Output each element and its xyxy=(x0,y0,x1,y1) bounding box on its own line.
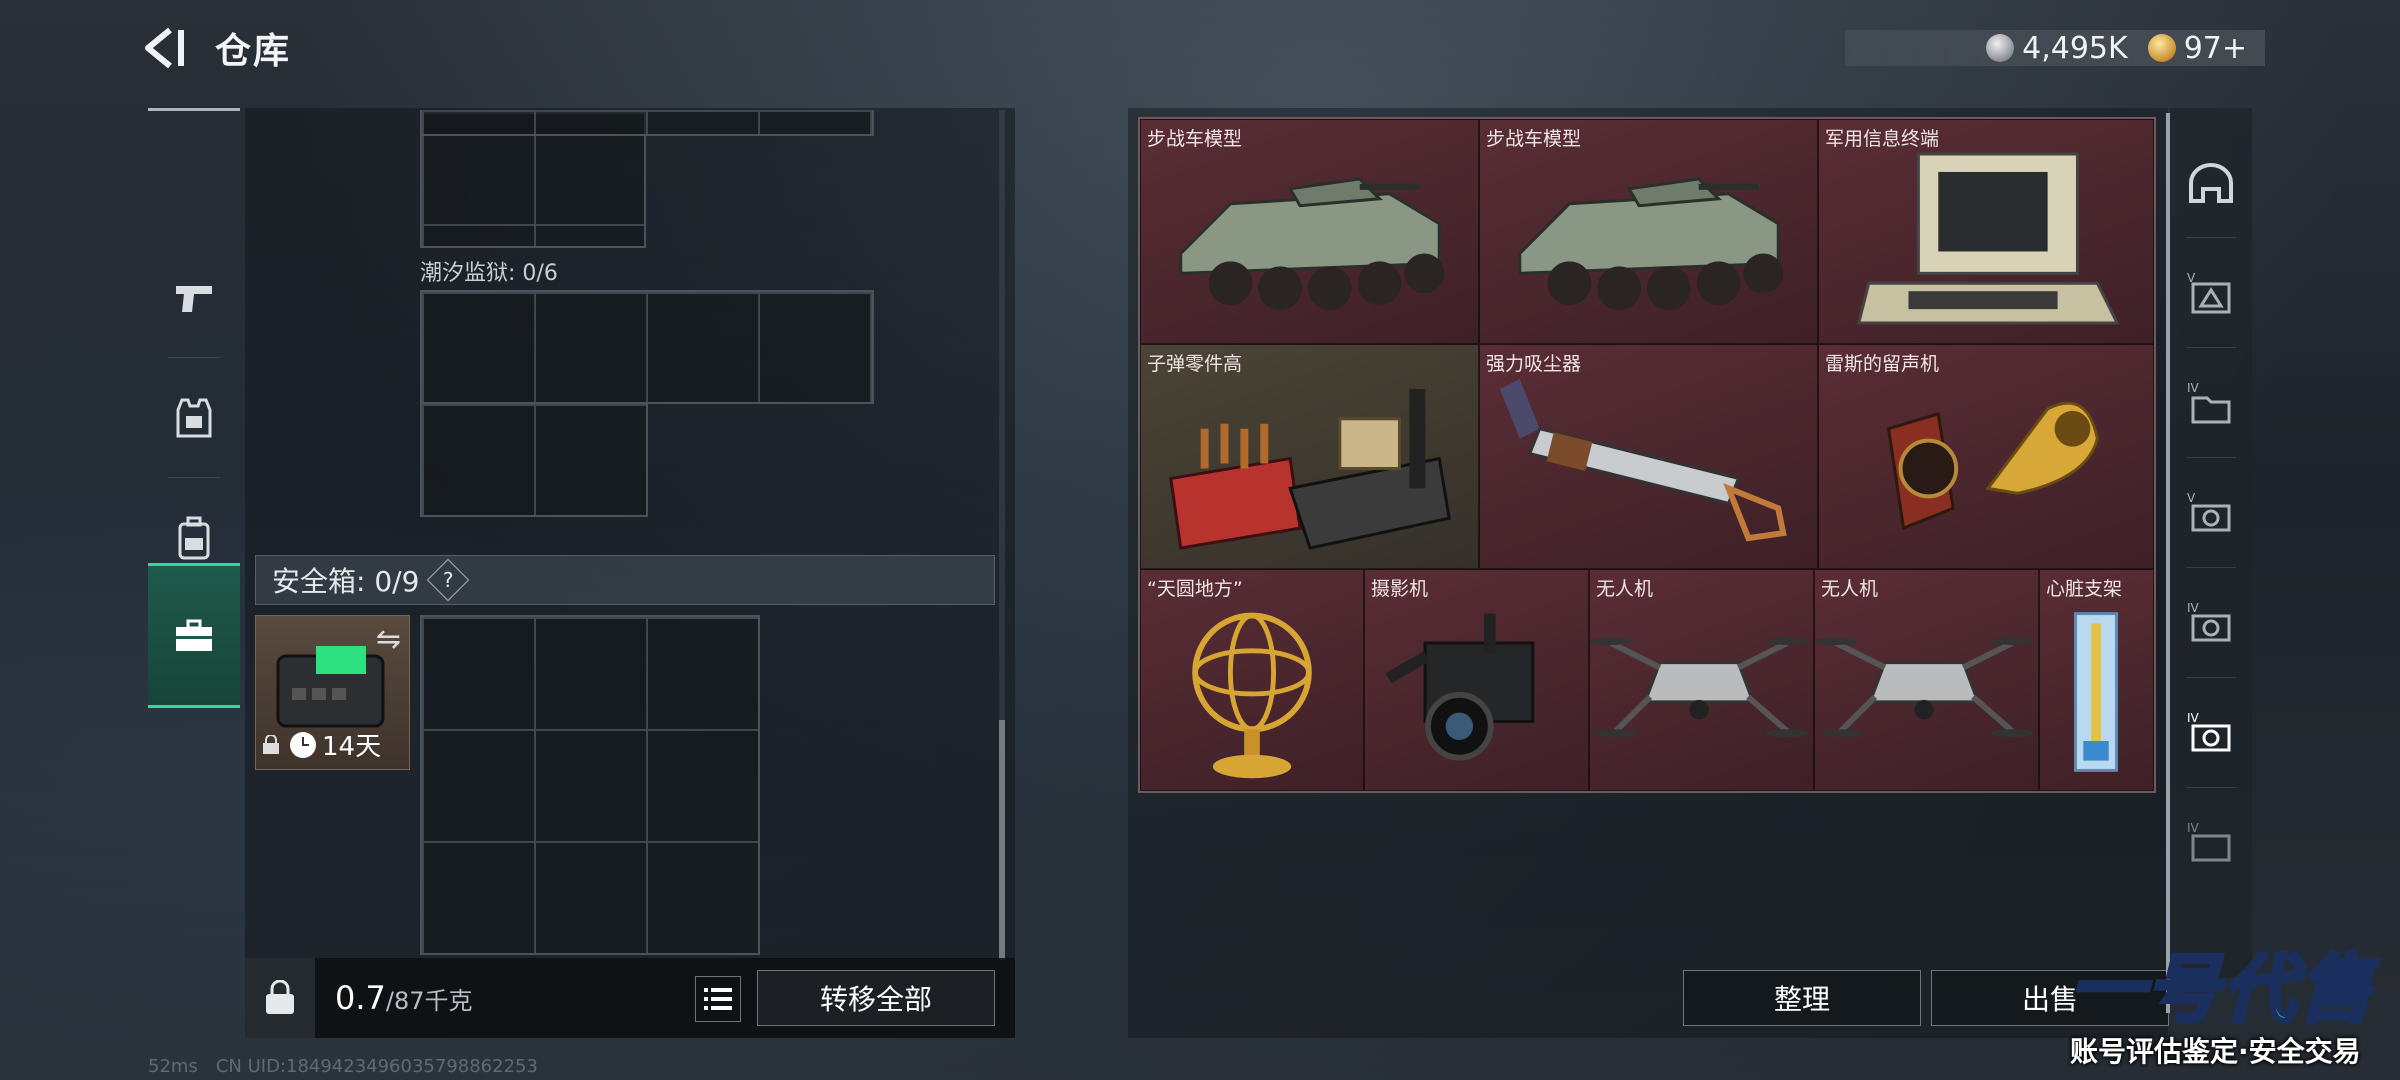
stent-icon xyxy=(2073,612,2119,772)
level-iv-camera-filter-icon: IV xyxy=(2187,601,2231,642)
ifv-model-icon xyxy=(1179,177,1445,311)
filter-level-iv-folder[interactable]: IV xyxy=(2170,348,2252,458)
silver-coin-icon xyxy=(1986,34,2015,62)
pistol-icon xyxy=(176,286,212,312)
filter-level-iv-bottom[interactable]: IV xyxy=(2170,788,2252,898)
safe-box-timer: 14天 xyxy=(262,726,381,763)
currency-bar: 4,495K 97+ xyxy=(1845,30,2265,66)
item-vacuum[interactable]: 强力吸尘器 xyxy=(1479,344,1818,569)
svg-text:IV: IV xyxy=(2187,601,2200,615)
stash-grid: 步战车模型 步战车模型 军用信息终端 子弹零件高 强力吸尘器 雷斯的留声机 “天… xyxy=(1138,117,2156,793)
lock-weight-icon xyxy=(266,980,294,1014)
tide-prison-grid-bottom[interactable] xyxy=(420,402,648,517)
tide-prison-grid-top[interactable] xyxy=(420,290,874,404)
weight-current: 0.7 xyxy=(335,979,386,1017)
filter-level-iv-camera[interactable]: IV xyxy=(2170,568,2252,678)
safe-box-item[interactable]: ⇋ 14天 xyxy=(255,615,410,770)
level-iv-folder-filter-icon: IV xyxy=(2187,381,2231,424)
svg-text:IV: IV xyxy=(2187,821,2200,835)
armor-vest-icon xyxy=(176,398,212,438)
briefcase-icon xyxy=(176,619,212,651)
category-weapons[interactable] xyxy=(148,238,240,358)
watermark-subtitle: 账号评估鉴定·安全交易 xyxy=(2070,1035,2361,1068)
category-rail xyxy=(148,108,240,713)
item-armillary-sphere[interactable]: “天圆地方” xyxy=(1140,569,1364,791)
inventory-footer: 0.7/87千克 转移全部 xyxy=(245,958,1015,1038)
drone-icon xyxy=(1815,637,2034,738)
swap-icon[interactable]: ⇋ xyxy=(376,622,401,657)
item-ifv-model-1[interactable]: 步战车模型 xyxy=(1140,119,1479,344)
svg-text:V: V xyxy=(2187,491,2196,505)
gold-amount: 97+ xyxy=(2183,30,2247,66)
drone-icon xyxy=(1590,637,1809,738)
level-iv-camera-active-filter-icon: IV xyxy=(2187,711,2231,752)
level-v-camera-filter-icon: V xyxy=(2187,491,2231,532)
vacuum-icon xyxy=(1499,379,1787,542)
status-line: 52ms CN UID:1849423496035798862253 xyxy=(148,1056,538,1077)
gold-coin-icon xyxy=(2147,34,2176,62)
item-military-terminal[interactable]: 军用信息终端 xyxy=(1818,119,2154,344)
page-title: 仓库 xyxy=(215,31,292,72)
svg-text:IV: IV xyxy=(2187,381,2200,395)
weight-max: /87千克 xyxy=(385,987,473,1015)
list-icon xyxy=(704,988,732,1010)
gramophone-icon xyxy=(1886,401,2099,531)
level-v-filter-icon: V xyxy=(2187,271,2231,314)
weight-readout: 0.7/87千克 xyxy=(335,979,473,1017)
item-heart-stent[interactable]: 心脏支架 xyxy=(2039,569,2154,791)
camera-icon xyxy=(1385,613,1535,761)
help-icon[interactable]: ? xyxy=(427,558,470,602)
uid-readout: CN UID:1849423496035798862253 xyxy=(215,1056,538,1077)
item-gramophone[interactable]: 雷斯的留声机 xyxy=(1818,344,2154,569)
watermark-logo: 一号代售 账号评估鉴定·安全交易 xyxy=(2068,930,2400,1080)
clock-icon xyxy=(290,731,316,758)
inventory-scrollbar-thumb[interactable] xyxy=(999,720,1005,960)
silver-amount: 4,495K xyxy=(2022,30,2128,66)
helmet-filter-icon xyxy=(2189,163,2233,203)
filter-helmet[interactable] xyxy=(2170,128,2252,238)
ping-readout: 52ms xyxy=(148,1056,198,1077)
armillary-icon xyxy=(1192,612,1312,779)
safe-box-days: 14天 xyxy=(322,732,382,762)
weight-lock-button[interactable] xyxy=(245,958,315,1038)
safe-box-label: 安全箱: 0/9 xyxy=(272,565,420,598)
safe-box-header: 安全箱: 0/9 ? xyxy=(255,555,995,605)
terminal-icon xyxy=(1856,152,2120,325)
transfer-all-button[interactable]: 转移全部 xyxy=(757,970,995,1026)
level-iv-bottom-filter-icon: IV xyxy=(2187,821,2231,862)
item-drone-2[interactable]: 无人机 xyxy=(1814,569,2039,791)
silver-currency[interactable]: 4,495K xyxy=(1986,31,2128,66)
safe-box-grid[interactable] xyxy=(420,615,760,955)
gold-currency[interactable]: 97+ xyxy=(2147,30,2247,66)
filter-level-v[interactable]: V xyxy=(2170,238,2252,348)
item-ammo-parts[interactable]: 子弹零件高 xyxy=(1140,344,1479,569)
item-drone-1[interactable]: 无人机 xyxy=(1589,569,1814,791)
back-arrow-icon xyxy=(145,27,184,69)
watermark-title: 一号代售 xyxy=(2068,945,2374,1035)
category-armor[interactable] xyxy=(148,358,240,478)
sort-button[interactable]: 整理 xyxy=(1683,970,1921,1026)
lock-icon xyxy=(263,734,279,754)
svg-text:IV: IV xyxy=(2187,711,2200,725)
backpack-icon xyxy=(178,516,210,560)
filter-level-v-camera[interactable]: V xyxy=(2170,458,2252,568)
container-grid-top-strip xyxy=(420,110,874,136)
category-safe-box[interactable] xyxy=(148,563,240,708)
item-ifv-model-2[interactable]: 步战车模型 xyxy=(1479,119,1818,344)
back-button[interactable] xyxy=(140,26,190,70)
item-camera[interactable]: 摄影机 xyxy=(1364,569,1589,791)
filter-level-iv-camera-active[interactable]: IV xyxy=(2170,678,2252,788)
ifv-model-icon xyxy=(1518,177,1784,311)
filter-rail: V IV V IV IV IV xyxy=(2170,108,2252,978)
list-view-button[interactable] xyxy=(695,976,741,1022)
ammo-parts-icon xyxy=(1169,388,1451,550)
tide-prison-label: 潮汐监狱: 0/6 xyxy=(420,261,558,286)
